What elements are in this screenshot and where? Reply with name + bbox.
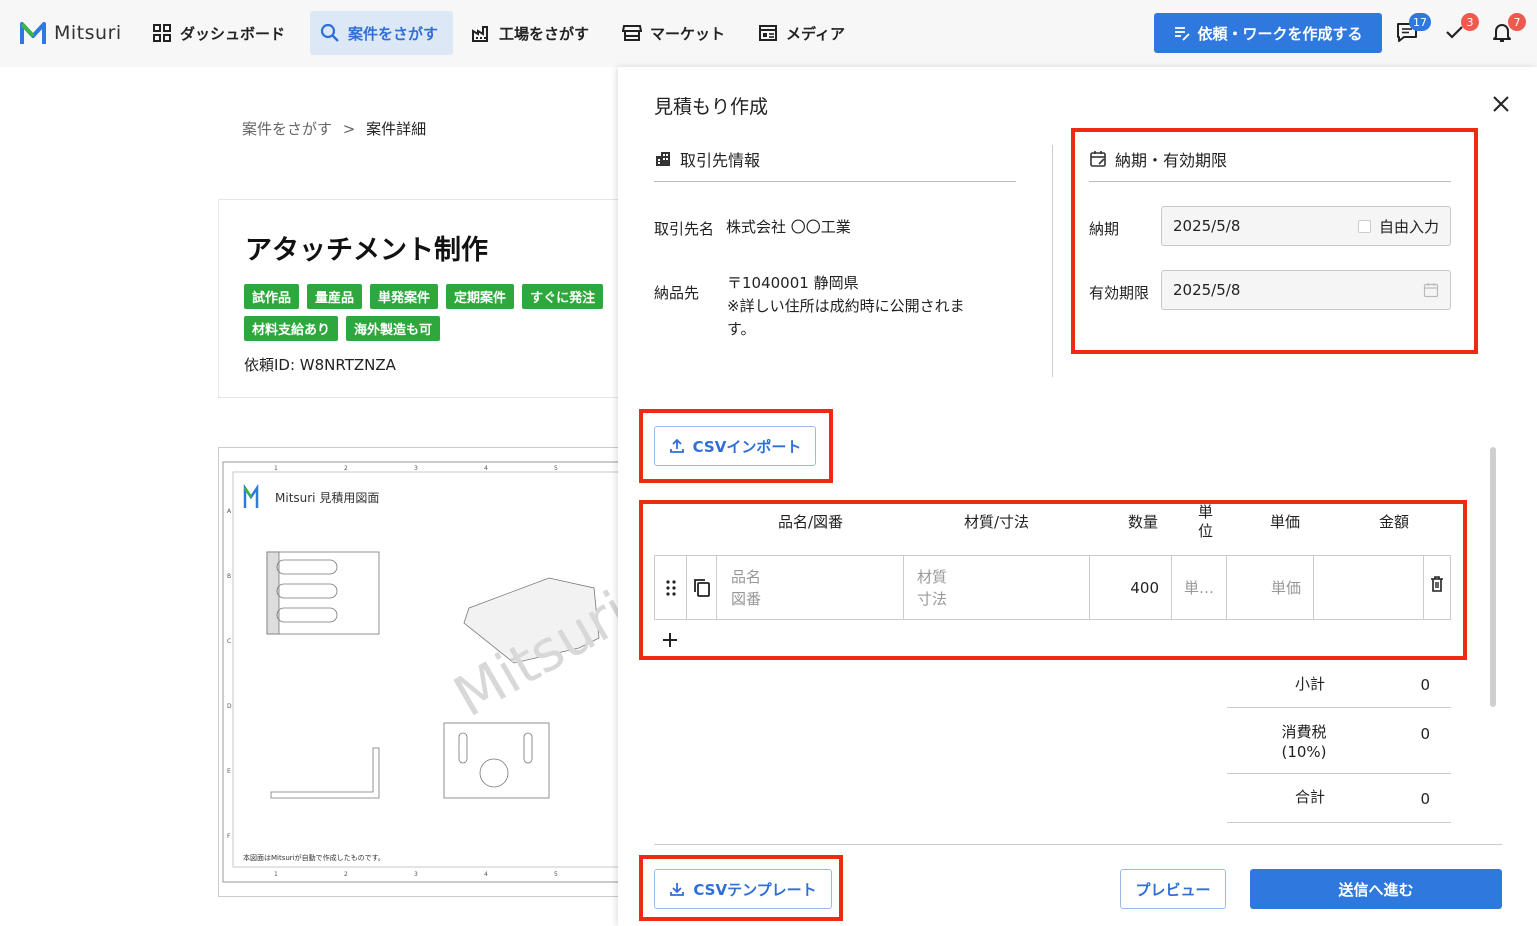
delivery-address: 〒1040001 静岡県 ※詳しい住所は成約時に公開されま す。 (727, 272, 997, 341)
create-request-label: 依頼・ワークを作成する (1197, 24, 1363, 43)
svg-text:5: 5 (554, 871, 558, 878)
preview-button[interactable]: プレビュー (1120, 869, 1226, 909)
notifications-count-badge: 7 (1508, 13, 1526, 31)
logo[interactable]: Mitsuri (20, 20, 122, 46)
total-label: 合計 (1294, 788, 1325, 806)
svg-text:2: 2 (344, 871, 348, 878)
building-icon (656, 152, 670, 166)
tax-label-line: 消費税 (1281, 723, 1327, 741)
nav-item-label: ダッシュボード (180, 24, 286, 43)
search-icon (320, 23, 339, 42)
svg-text:5: 5 (554, 465, 558, 472)
technical-drawing-image: 12345 12345 ABCDEF Mitsuri 見積用図面 Mitsuri… (222, 461, 637, 883)
svg-text:3: 3 (414, 871, 418, 878)
delivery-address-line: ※詳しい住所は成約時に公開されま (727, 297, 965, 315)
nav-item-label: 案件をさがす (348, 24, 439, 43)
breadcrumb-current: 案件詳細 (366, 120, 427, 138)
delivery-label: 納品先 (654, 284, 700, 302)
delivery-address-line: 〒1040001 静岡県 (727, 274, 859, 292)
media-icon (759, 25, 777, 41)
drawing-header: Mitsuri 見積用図面 (275, 490, 379, 505)
section-divider (1052, 145, 1053, 377)
svg-text:E: E (227, 768, 231, 775)
subtotal-label: 小計 (1294, 675, 1325, 693)
svg-text:4: 4 (484, 871, 488, 878)
tag: 材料支給あり (244, 316, 339, 341)
project-tags: 試作品 量産品 単発案件 定期案件 すぐに発注 材料支給あり 海外製造も可 (244, 284, 644, 341)
nav-item-search-projects[interactable]: 案件をさがす (310, 11, 453, 55)
store-icon (622, 25, 642, 41)
svg-text:3: 3 (414, 465, 418, 472)
factory-icon (472, 26, 488, 42)
highlight-box (639, 409, 833, 483)
tasks-button[interactable]: 3 (1443, 13, 1479, 46)
nav-item-market[interactable]: マーケット (612, 11, 735, 55)
svg-text:B: B (227, 573, 231, 580)
tag: 単発案件 (370, 284, 439, 309)
svg-text:F: F (227, 833, 231, 840)
client-info-heading: 取引先情報 (654, 147, 760, 171)
breadcrumb: 案件をさがす > 案件詳細 (242, 118, 426, 139)
panel-title: 見積もり作成 (654, 96, 769, 118)
preview-label: プレビュー (1135, 880, 1211, 899)
divider (1227, 773, 1451, 774)
divider (654, 181, 1016, 182)
project-summary-card: アタッチメント制作 試作品 量産品 単発案件 定期案件 すぐに発注 材料支給あり… (218, 199, 638, 398)
tag: 量産品 (307, 284, 363, 309)
nav-item-label: 工場をさがす (499, 24, 590, 43)
messages-button[interactable]: 17 (1395, 13, 1431, 46)
divider (1227, 707, 1451, 708)
client-name-label: 取引先名 (654, 220, 715, 238)
nav-item-label: マーケット (650, 24, 726, 43)
delivery-address-line: す。 (727, 320, 756, 338)
highlight-box (639, 855, 843, 921)
tag: 海外製造も可 (346, 316, 441, 341)
notifications-button[interactable]: 7 (1490, 13, 1526, 46)
breadcrumb-separator: > (342, 120, 356, 138)
footer-divider (654, 844, 1502, 845)
svg-text:2: 2 (344, 465, 348, 472)
estimate-panel: 見積もり作成 取引先情報 取引先名 株式会社 〇〇工業 納品先 〒1040001… (618, 67, 1537, 926)
divider (1227, 822, 1451, 823)
nav-item-dashboard[interactable]: ダッシュボード (142, 11, 295, 55)
subtotal-value: 0 (1420, 676, 1430, 694)
svg-text:1: 1 (274, 871, 278, 878)
client-info-heading-text: 取引先情報 (680, 151, 761, 170)
svg-text:C: C (227, 638, 231, 645)
highlight-box (639, 500, 1467, 660)
submit-button[interactable]: 送信へ進む (1250, 869, 1502, 909)
scrollbar[interactable] (1490, 447, 1496, 707)
logo-text: Mitsuri (54, 22, 122, 44)
tax-label: 消費税 (10%) (1274, 722, 1334, 762)
create-request-button[interactable]: 依頼・ワークを作成する (1154, 13, 1382, 53)
svg-text:D: D (227, 703, 232, 710)
tax-label-line: (10%) (1281, 743, 1327, 761)
mitsuri-logo-icon (20, 22, 46, 44)
tag: 定期案件 (446, 284, 515, 309)
nav-item-media[interactable]: メディア (748, 11, 855, 55)
project-title: アタッチメント制作 (245, 235, 488, 266)
estimate-drawing[interactable]: 12345 12345 ABCDEF Mitsuri 見積用図面 Mitsuri… (218, 447, 638, 897)
request-id: 依頼ID: W8NRTZNZA (244, 356, 396, 374)
client-name-value: 株式会社 〇〇工業 (726, 218, 851, 236)
grid-icon (153, 24, 171, 42)
svg-text:1: 1 (274, 465, 278, 472)
close-icon[interactable] (1490, 93, 1512, 115)
tasks-count-badge: 3 (1461, 13, 1479, 31)
nav-item-label: メディア (786, 24, 845, 43)
top-navigation: Mitsuri ダッシュボード 案件をさがす 工場をさがす マーケット メディア… (0, 0, 1537, 67)
messages-count-badge: 17 (1409, 13, 1431, 31)
tag: 試作品 (244, 284, 300, 309)
breadcrumb-parent[interactable]: 案件をさがす (242, 120, 332, 138)
nav-item-search-factories[interactable]: 工場をさがす (461, 11, 599, 55)
total-value: 0 (1420, 790, 1430, 808)
drawing-footnote: 本図面はMitsuriが自動で作成したものです。 (243, 853, 385, 862)
svg-text:4: 4 (484, 465, 488, 472)
edit-list-icon (1175, 27, 1191, 41)
highlight-box (1071, 128, 1478, 354)
submit-label: 送信へ進む (1338, 880, 1414, 899)
tag: すぐに発注 (522, 284, 604, 309)
tax-value: 0 (1420, 725, 1430, 743)
